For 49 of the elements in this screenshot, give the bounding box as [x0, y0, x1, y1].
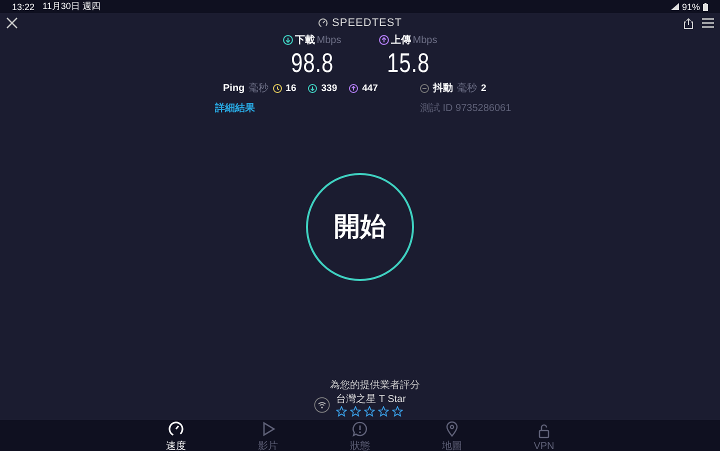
upload-ping-value: 447 — [362, 82, 378, 94]
nav-tab[interactable]: VPN — [498, 420, 590, 451]
share-icon[interactable] — [683, 18, 694, 28]
menu-icon[interactable] — [702, 18, 714, 28]
nav-tab[interactable]: 狀態 — [314, 420, 406, 451]
jitter-unit: 毫秒 — [457, 82, 477, 95]
result-unit: Mbps — [316, 34, 342, 46]
star-icon[interactable] — [364, 406, 376, 417]
result-label: 下載 — [294, 34, 315, 47]
result-value: 98.8 — [290, 48, 334, 79]
star-icon[interactable] — [336, 406, 348, 417]
gauge-icon — [167, 420, 185, 438]
download-arrow-icon — [282, 35, 293, 45]
test-id: 測試 ID 9735286061 — [420, 102, 512, 115]
close-icon[interactable] — [6, 17, 18, 29]
wifi-icon — [314, 396, 330, 412]
star-rating[interactable] — [336, 406, 406, 417]
alert-bubble-icon — [351, 420, 369, 438]
status-date: 11月30日 週四 — [42, 0, 100, 13]
nav-tab[interactable]: 影片 — [222, 420, 314, 451]
ping-unit: 毫秒 — [248, 82, 269, 95]
signal-icon — [670, 3, 679, 10]
download-ping-value: 339 — [321, 82, 338, 94]
rating-prompt: 為您的提供業者評分 — [330, 378, 420, 392]
battery-icon — [703, 2, 708, 10]
upload-arrow-icon — [349, 84, 358, 92]
result-label: 上傳 — [390, 34, 411, 47]
idle-ping-value: 16 — [286, 82, 296, 94]
idle-ping-icon — [272, 84, 282, 92]
upload-arrow-icon — [378, 35, 389, 45]
status-time: 13:22 — [12, 2, 35, 12]
result-unit: Mbps — [412, 34, 438, 46]
app-logo: SPEEDTEST — [332, 17, 402, 29]
result-value: 15.8 — [386, 48, 430, 79]
ping-label: Ping — [223, 82, 245, 94]
star-icon[interactable] — [378, 406, 390, 417]
download-arrow-icon — [308, 84, 318, 92]
start-button[interactable]: 開始 — [306, 172, 414, 280]
nav-tab[interactable]: 地圖 — [406, 420, 498, 451]
details-link[interactable]: 詳細結果 — [215, 101, 420, 115]
star-icon[interactable] — [392, 406, 404, 417]
gauge-icon — [318, 18, 328, 28]
jitter-icon — [420, 84, 429, 92]
battery-level: 91% — [682, 2, 700, 12]
nav-tab[interactable]: 速度 — [130, 420, 222, 451]
jitter-value: 2 — [481, 82, 486, 94]
jitter-label: 抖動 — [433, 82, 453, 95]
provider-name: 台灣之星 T Star — [336, 392, 406, 406]
star-icon[interactable] — [350, 406, 362, 417]
